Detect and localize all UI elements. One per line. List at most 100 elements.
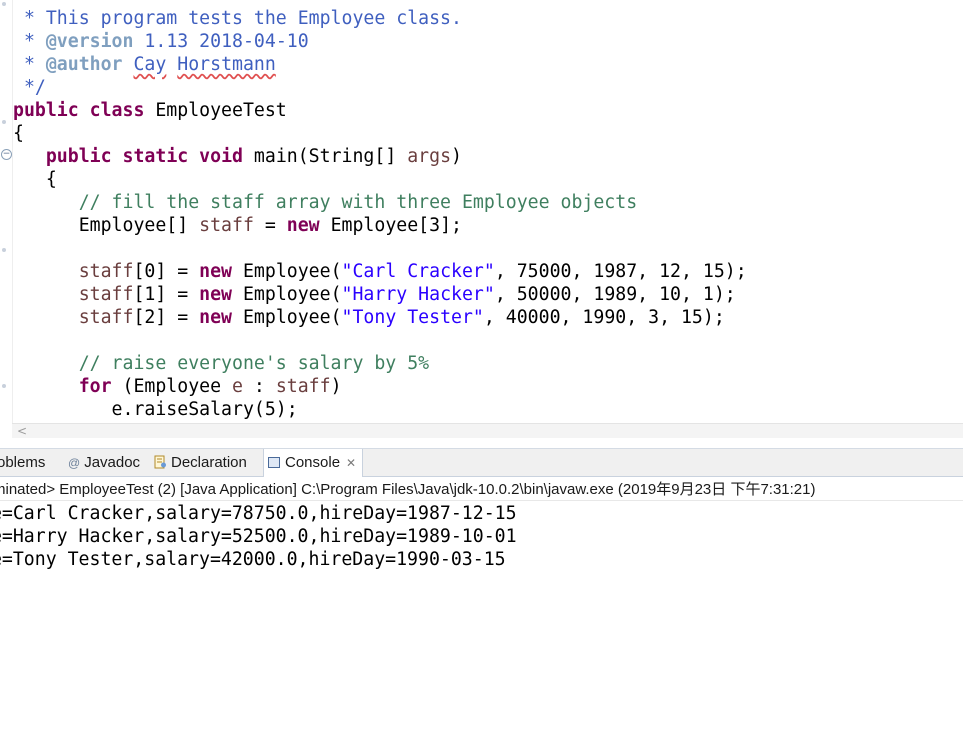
- code-token: // raise everyone's salary by 5%: [78, 353, 430, 374]
- tab-javadoc-label: Javadoc: [84, 454, 141, 471]
- code-line[interactable]: staff[0] = new Employee("Carl Cracker", …: [13, 261, 747, 283]
- console-icon: [268, 457, 280, 468]
- code-token: *: [13, 54, 46, 75]
- tab-console[interactable]: Console ✕: [263, 449, 364, 477]
- code-token: , 75000, 1987, 12, 15);: [494, 261, 747, 282]
- code-token: =: [253, 215, 287, 236]
- code-line[interactable]: */: [13, 77, 46, 99]
- code-token: @version: [45, 31, 134, 52]
- console-output-line: me=Carl Cracker,salary=78750.0,hireDay=1…: [0, 503, 517, 524]
- code-token: Employee[]: [13, 215, 200, 236]
- code-line[interactable]: * @author Cay Horstmann: [13, 54, 276, 76]
- code-token: EmployeeTest: [144, 100, 287, 121]
- code-line[interactable]: staff[2] = new Employee("Tony Tester", 4…: [13, 307, 725, 329]
- code-token: staff: [78, 284, 134, 305]
- code-token: Horstmann: [177, 54, 276, 75]
- code-token: {: [13, 123, 24, 144]
- divider: [0, 500, 963, 501]
- code-token: {: [13, 169, 57, 190]
- console-output-line: me=Harry Hacker,salary=52500.0,hireDay=1…: [0, 526, 517, 547]
- code-token: @author: [45, 54, 123, 75]
- code-token: Employee(: [232, 307, 342, 328]
- code-line[interactable]: {: [13, 123, 24, 145]
- code-token: ): [451, 146, 462, 167]
- code-token: new: [199, 307, 233, 328]
- code-token: (Employee: [111, 376, 233, 397]
- code-token: staff: [275, 376, 331, 397]
- ruler-marker: [2, 248, 6, 252]
- code-token: [1] =: [133, 284, 200, 305]
- scroll-left-icon[interactable]: <: [17, 424, 27, 438]
- close-icon[interactable]: ✕: [346, 450, 356, 477]
- ruler-marker: [2, 120, 6, 124]
- tab-javadoc[interactable]: @ Javadoc: [68, 449, 140, 476]
- code-token: , 40000, 1990, 3, 15);: [483, 307, 725, 328]
- console-output[interactable]: me=Carl Cracker,salary=78750.0,hireDay=1…: [0, 502, 963, 739]
- code-token: Employee(: [232, 261, 342, 282]
- code-line[interactable]: * This program tests the Employee class.: [13, 8, 462, 30]
- code-line[interactable]: {: [13, 169, 57, 191]
- code-token: staff: [78, 261, 134, 282]
- code-token: "Carl Cracker": [341, 261, 495, 282]
- tab-problems[interactable]: roblems: [0, 449, 45, 476]
- code-token: * This program tests the Employee class.: [13, 8, 462, 29]
- console-launch-header: minated> EmployeeTest (2) [Java Applicat…: [0, 479, 963, 500]
- ruler-marker: [2, 384, 6, 388]
- code-token: 1.13 2018-04-10: [133, 31, 309, 52]
- code-token: void: [199, 146, 243, 167]
- code-token: public: [45, 146, 112, 167]
- code-token: args: [407, 146, 452, 167]
- ruler-marker: [2, 2, 6, 6]
- code-token: staff: [78, 307, 134, 328]
- tab-declaration-label: Declaration: [171, 454, 247, 471]
- code-line[interactable]: for (Employee e : staff): [13, 376, 342, 398]
- editor-horizontal-scrollbar[interactable]: <: [12, 423, 963, 438]
- code-token: e.raiseSalary(5);: [13, 399, 298, 420]
- console-launch-description: minated> EmployeeTest (2) [Java Applicat…: [0, 481, 816, 498]
- code-line[interactable]: Employee[] staff = new Employee[3];: [13, 215, 462, 237]
- code-token: *: [13, 31, 46, 52]
- code-token: ): [330, 376, 342, 397]
- code-editor[interactable]: − * This program tests the Employee clas…: [0, 0, 963, 423]
- code-token: new: [286, 215, 320, 236]
- code-token: staff: [199, 215, 254, 236]
- code-token: , 50000, 1989, 10, 1);: [494, 284, 736, 305]
- tab-declaration[interactable]: Declaration: [154, 449, 247, 476]
- code-token: // fill the staff array with three Emplo…: [78, 192, 638, 213]
- code-token: Cay: [133, 54, 167, 75]
- declaration-icon: [154, 450, 167, 477]
- tab-console-label: Console: [285, 454, 341, 471]
- code-token: new: [199, 261, 233, 282]
- code-token: new: [199, 284, 233, 305]
- views-tab-bar: roblems @Javadoc Declaration Console ✕: [0, 448, 963, 477]
- code-token: Employee(: [232, 284, 342, 305]
- code-token: e: [232, 376, 243, 397]
- code-line[interactable]: // raise everyone's salary by 5%: [13, 353, 429, 375]
- code-line[interactable]: staff[1] = new Employee("Harry Hacker", …: [13, 284, 736, 306]
- code-line[interactable]: public class EmployeeTest: [13, 100, 287, 122]
- editor-ruler: −: [0, 0, 13, 423]
- code-token: :: [242, 376, 276, 397]
- code-token: public: [13, 100, 79, 121]
- code-line[interactable]: // fill the staff array with three Emplo…: [13, 192, 637, 214]
- console-output-line: me=Tony Tester,salary=42000.0,hireDay=19…: [0, 549, 506, 570]
- javadoc-icon: @: [68, 456, 81, 470]
- tab-problems-label: roblems: [0, 454, 46, 471]
- code-token: main(String[]: [242, 146, 408, 167]
- code-token: static: [122, 146, 189, 167]
- code-token: class: [89, 100, 145, 121]
- code-line[interactable]: e.raiseSalary(5);: [13, 399, 298, 421]
- fold-collapse-icon[interactable]: −: [1, 149, 12, 160]
- code-line[interactable]: * @version 1.13 2018-04-10: [13, 31, 309, 53]
- code-line[interactable]: public static void main(String[] args): [13, 146, 462, 168]
